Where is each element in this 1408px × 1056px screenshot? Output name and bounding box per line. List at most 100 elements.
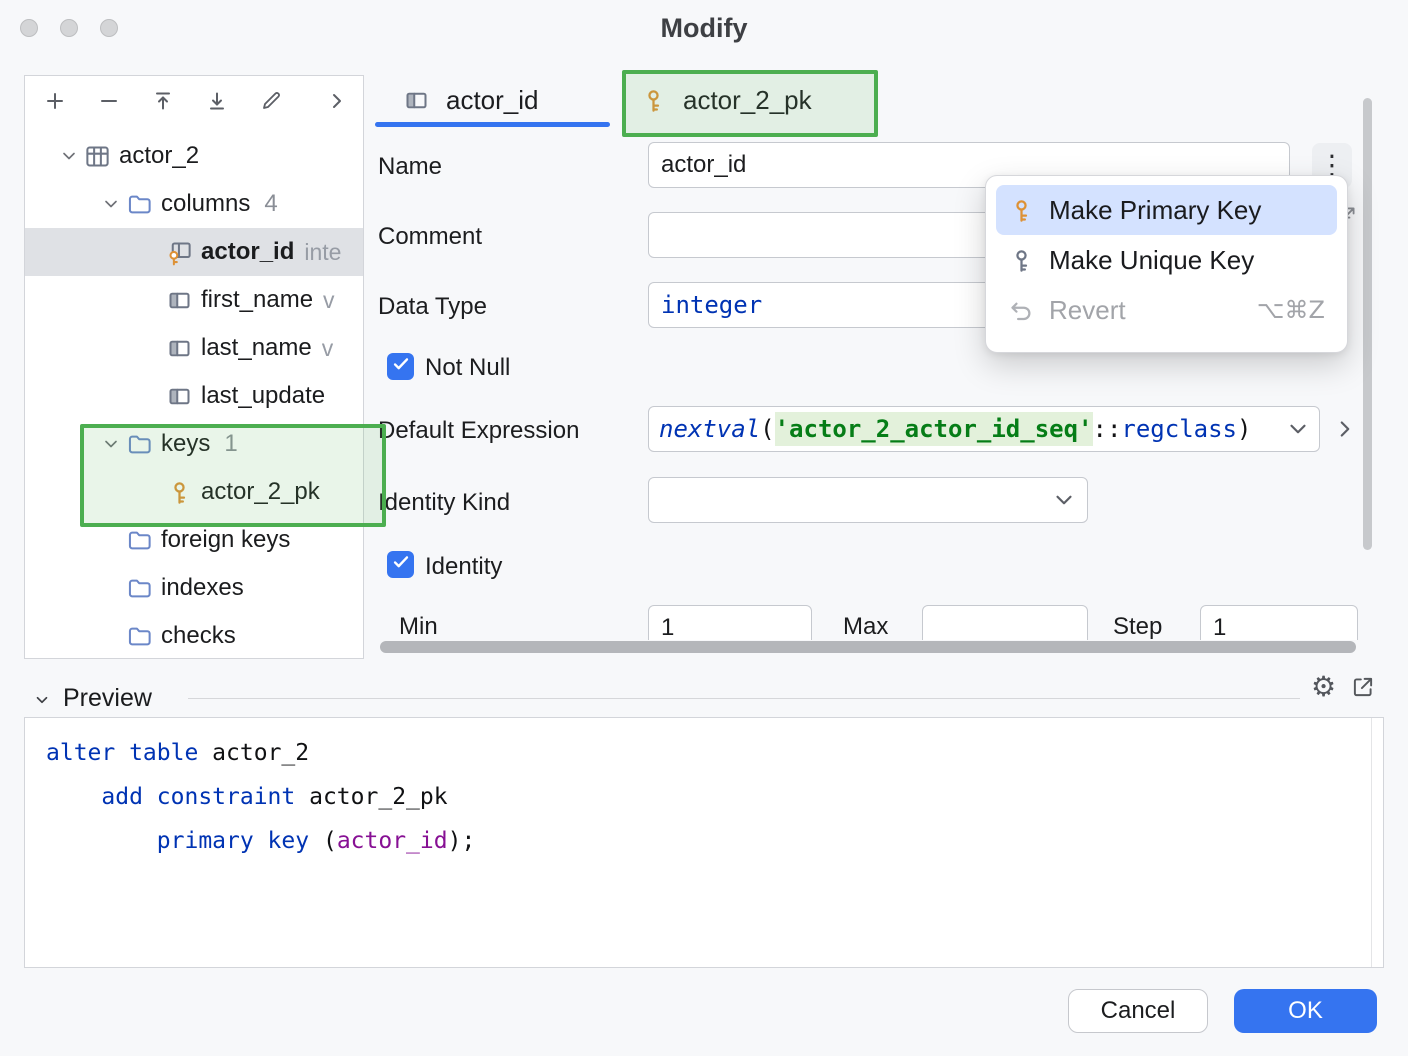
- expand-chevron-icon[interactable]: [55, 132, 83, 180]
- not-null-checkbox[interactable]: [387, 353, 414, 380]
- tree-item-columns[interactable]: columns4: [25, 180, 363, 228]
- table-icon: [83, 142, 111, 170]
- expand-expression-icon[interactable]: [1332, 416, 1358, 442]
- folder-icon: [125, 190, 153, 218]
- titlebar: Modify: [0, 0, 1408, 56]
- max-input[interactable]: [922, 605, 1088, 640]
- column-icon: [403, 87, 430, 114]
- menu-item-label: Revert: [1049, 295, 1126, 326]
- tree: actor_2columns4actor_idintefirst_namevla…: [25, 132, 363, 660]
- column-type-hint: inte: [304, 239, 341, 266]
- tree-item-last_name[interactable]: last_namev: [25, 324, 363, 372]
- window-title: Modify: [0, 13, 1408, 44]
- key-gold-icon: [1008, 197, 1035, 224]
- folder-icon: [125, 622, 153, 650]
- key-gold-icon: [165, 478, 193, 506]
- data-type-value: integer: [661, 291, 762, 319]
- tree-item-label: first_name: [201, 286, 313, 314]
- add-icon[interactable]: [41, 87, 69, 115]
- code-line: add constraint actor_2_pk: [46, 775, 1343, 819]
- check-icon: [390, 353, 412, 380]
- edit-icon[interactable]: [257, 87, 285, 115]
- preview-code-panel: alter table actor_2 add constraint actor…: [24, 717, 1384, 968]
- column-key-icon: [165, 238, 193, 266]
- tree-item-foreign-keys[interactable]: foreign keys: [25, 516, 363, 564]
- expand-chevron-icon[interactable]: [97, 420, 125, 468]
- min-input[interactable]: [648, 605, 812, 640]
- key-icon: [640, 87, 667, 114]
- preview-collapse-chevron-icon[interactable]: [33, 691, 51, 709]
- default-expression-input[interactable]: nextval('actor_2_actor_id_seq'::regclass…: [648, 406, 1320, 452]
- active-tab-indicator: [375, 122, 610, 127]
- tab-label: actor_id: [446, 85, 539, 116]
- tree-item-actor_2_pk[interactable]: actor_2_pk: [25, 468, 363, 516]
- menu-item-make-unique-key[interactable]: Make Unique Key: [996, 235, 1337, 285]
- folder-icon: [125, 574, 153, 602]
- cancel-button[interactable]: Cancel: [1068, 989, 1208, 1033]
- tab-actor-id[interactable]: actor_id: [403, 78, 539, 122]
- menu-item-make-primary-key[interactable]: Make Primary Key: [996, 185, 1337, 235]
- tree-item-actor_id[interactable]: actor_id inte: [25, 228, 363, 276]
- gear-icon[interactable]: ⚙: [1311, 670, 1336, 703]
- menu-item-label: Make Primary Key: [1049, 195, 1261, 226]
- chevron-down-icon[interactable]: [1285, 416, 1311, 442]
- folder-icon: [125, 430, 153, 458]
- tree-item-first_name[interactable]: first_name v: [25, 276, 363, 324]
- toolbar-chevron-right-icon[interactable]: [323, 87, 351, 115]
- undo-icon: [1008, 297, 1035, 324]
- preview-divider: [188, 698, 1300, 699]
- preview-title: Preview: [63, 684, 152, 713]
- not-null-label: Not Null: [425, 354, 510, 382]
- column-icon: [165, 382, 193, 410]
- tree-item-indexes[interactable]: indexes: [25, 564, 363, 612]
- code-line: alter table actor_2: [46, 731, 1343, 775]
- data-type-label: Data Type: [378, 293, 487, 321]
- tree-item-checks[interactable]: checks: [25, 612, 363, 660]
- tree-item-label: indexes: [161, 574, 244, 602]
- default-expression-label: Default Expression: [378, 417, 579, 445]
- preview-code: alter table actor_2 add constraint actor…: [46, 731, 1343, 863]
- tree-item-label: actor_id: [201, 238, 294, 266]
- remove-icon[interactable]: [95, 87, 123, 115]
- open-in-editor-icon[interactable]: [1350, 674, 1376, 700]
- vertical-scrollbar[interactable]: [1363, 98, 1372, 550]
- tree-toolbar: [25, 76, 363, 126]
- expand-chevron-icon[interactable]: [97, 180, 125, 228]
- min-label: Min: [399, 613, 438, 640]
- ok-button[interactable]: OK: [1234, 989, 1377, 1033]
- identity-kind-select[interactable]: [648, 477, 1088, 523]
- preview-scrollbar-track: [1371, 718, 1372, 967]
- identity-label: Identity: [425, 553, 502, 581]
- column-type-hint: v: [323, 287, 335, 314]
- comment-label: Comment: [378, 223, 482, 251]
- tree-item-actor_2[interactable]: actor_2: [25, 132, 363, 180]
- step-label: Step: [1113, 613, 1162, 640]
- column-icon: [165, 334, 193, 362]
- tree-item-label: actor_2: [119, 142, 199, 170]
- item-count: 1: [224, 430, 237, 458]
- tree-item-keys[interactable]: keys1: [25, 420, 363, 468]
- tab-actor-2-pk[interactable]: actor_2_pk: [640, 78, 812, 122]
- name-label: Name: [378, 153, 442, 181]
- folder-icon: [125, 526, 153, 554]
- step-input[interactable]: [1200, 605, 1358, 640]
- tree-item-label: actor_2_pk: [201, 478, 320, 506]
- chevron-down-icon: [1051, 487, 1077, 513]
- code-line: primary key (actor_id);: [46, 819, 1343, 863]
- default-expression-value: nextval('actor_2_actor_id_seq'::regclass…: [659, 415, 1251, 443]
- tree-item-label: columns: [161, 190, 250, 218]
- menu-shortcut: ⌥⌘Z: [1257, 296, 1325, 324]
- identity-checkbox[interactable]: [387, 551, 414, 578]
- tree-item-label: foreign keys: [161, 526, 290, 554]
- menu-item-revert[interactable]: Revert ⌥⌘Z: [996, 285, 1337, 335]
- horizontal-scrollbar[interactable]: [380, 641, 1356, 653]
- key-gray-icon: [1008, 247, 1035, 274]
- menu-item-label: Make Unique Key: [1049, 245, 1254, 276]
- structure-tree-panel: actor_2columns4actor_idintefirst_namevla…: [24, 75, 364, 659]
- column-type-hint: v: [322, 335, 334, 362]
- tree-item-last_update[interactable]: last_update: [25, 372, 363, 420]
- move-up-icon[interactable]: [149, 87, 177, 115]
- tab-label: actor_2_pk: [683, 85, 812, 116]
- context-menu: Make Primary Key Make Unique Key Revert ⌥⌘Z: [985, 175, 1348, 353]
- move-down-icon[interactable]: [203, 87, 231, 115]
